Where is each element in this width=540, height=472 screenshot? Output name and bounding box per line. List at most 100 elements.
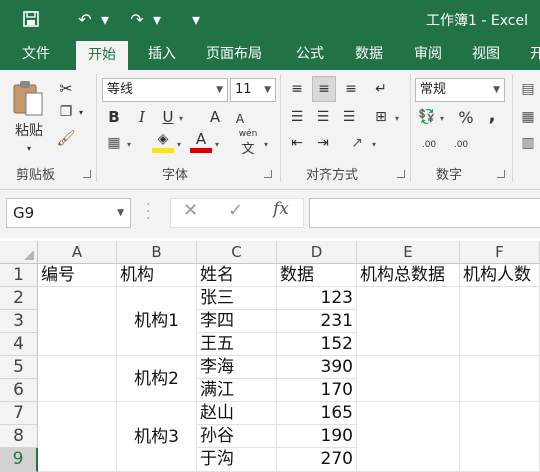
cell-f7-merged[interactable] (460, 402, 540, 472)
undo-dropdown-icon[interactable]: ▾ (100, 6, 110, 32)
row-header-2[interactable]: 2 (0, 287, 38, 310)
column-header-b[interactable]: B (117, 241, 197, 264)
tab-data[interactable]: 数据 (355, 38, 383, 70)
redo-dropdown-icon[interactable]: ▾ (152, 6, 162, 32)
cell-d2[interactable]: 123 (277, 287, 357, 310)
fill-color-dropdown-icon[interactable]: ▾ (177, 140, 181, 149)
row-header-5[interactable]: 5 (0, 356, 38, 379)
cell-d1[interactable]: 数据 (277, 264, 357, 287)
font-name-combo[interactable]: 等线 ▼ (102, 78, 228, 102)
merge-center-icon[interactable]: ⊞ (370, 106, 392, 128)
insert-function-button[interactable]: fx (273, 199, 289, 219)
underline-button[interactable]: U (158, 106, 178, 128)
cell-e5-merged[interactable] (357, 356, 460, 402)
cancel-icon[interactable]: ✕ (183, 200, 198, 221)
cell-a7-merged[interactable] (38, 402, 117, 472)
cell-e1[interactable]: 机构总数据 (357, 264, 460, 287)
wrap-text-icon[interactable]: ↵ (370, 78, 392, 100)
tab-file[interactable]: 文件 (22, 38, 50, 70)
cell-e2-merged[interactable] (357, 287, 460, 356)
cell-d8[interactable]: 190 (277, 425, 357, 448)
format-table-icon[interactable]: ▦ (518, 106, 538, 128)
cell-c5[interactable]: 李海 (197, 356, 277, 379)
decrease-indent-icon[interactable]: ⇤ (286, 132, 308, 154)
top-align-icon[interactable]: ≡ (286, 78, 308, 100)
paste-label[interactable]: 粘贴 (12, 120, 46, 140)
name-box[interactable]: G9 ▼ (6, 198, 131, 228)
cell-e7-merged[interactable] (357, 402, 460, 472)
format-painter-icon[interactable]: 🖌 (55, 128, 77, 148)
column-header-e[interactable]: E (357, 241, 460, 264)
comma-style-button[interactable]: , (484, 104, 500, 126)
font-launcher-icon[interactable] (264, 170, 272, 178)
row-header-1[interactable]: 1 (0, 264, 38, 287)
cell-f1[interactable]: 机构人数 (460, 264, 540, 287)
cell-c9[interactable]: 于沟 (197, 448, 277, 472)
enter-icon[interactable]: ✓ (228, 200, 243, 221)
tab-formulas[interactable]: 公式 (296, 38, 324, 70)
cell-d3[interactable]: 231 (277, 310, 357, 333)
percent-button[interactable]: % (456, 106, 476, 128)
bottom-align-icon[interactable]: ≡ (340, 78, 362, 100)
grow-font-button[interactable]: A (206, 106, 224, 128)
cell-styles-icon[interactable]: ▥ (518, 132, 538, 154)
font-size-combo[interactable]: 11 ▼ (230, 78, 276, 102)
undo-icon[interactable]: ↶ (72, 6, 98, 32)
cut-icon[interactable]: ✂ (55, 78, 77, 98)
tab-more[interactable]: 开 (530, 38, 540, 70)
underline-dropdown-icon[interactable]: ▾ (179, 114, 183, 123)
tab-view[interactable]: 视图 (472, 38, 500, 70)
row-header-8[interactable]: 8 (0, 425, 38, 448)
cell-f5-merged[interactable] (460, 356, 540, 402)
phonetic-guide-button[interactable]: 文 (236, 140, 260, 157)
cell-a2-merged[interactable] (38, 287, 117, 356)
paste-dropdown-icon[interactable]: ▾ (22, 142, 36, 154)
phonetic-dropdown-icon[interactable]: ▾ (264, 140, 268, 149)
accounting-dropdown-icon[interactable]: ▾ (440, 114, 444, 123)
conditional-format-icon[interactable]: ▤ (518, 78, 538, 100)
align-left-icon[interactable]: ☰ (286, 106, 308, 128)
accounting-format-icon[interactable]: 💱 (416, 106, 438, 128)
orientation-dropdown-icon[interactable]: ▾ (372, 140, 376, 149)
font-color-icon[interactable]: A (190, 130, 212, 148)
borders-dropdown-icon[interactable]: ▾ (127, 140, 131, 149)
tab-page-layout[interactable]: 页面布局 (206, 38, 262, 70)
tab-home[interactable]: 开始 (76, 41, 128, 70)
number-launcher-icon[interactable] (497, 170, 505, 178)
select-all-button[interactable] (0, 241, 38, 264)
cell-c6[interactable]: 满江 (197, 379, 277, 402)
cell-d7[interactable]: 165 (277, 402, 357, 425)
font-color-dropdown-icon[interactable]: ▾ (215, 140, 219, 149)
cell-b7-merged[interactable]: 机构3 (117, 402, 197, 472)
cell-a1[interactable]: 编号 (38, 264, 117, 287)
cell-d9[interactable]: 270 (277, 448, 357, 472)
align-right-icon[interactable]: ☰ (338, 106, 360, 128)
redo-icon[interactable]: ↷ (124, 6, 150, 32)
row-header-6[interactable]: 6 (0, 379, 38, 402)
cell-c2[interactable]: 张三 (197, 287, 277, 310)
column-header-a[interactable]: A (38, 241, 117, 264)
align-center-icon[interactable]: ☰ (312, 106, 334, 128)
row-header-9[interactable]: 9 (0, 448, 38, 472)
orientation-icon[interactable]: ↗ (346, 132, 368, 154)
cell-d5[interactable]: 390 (277, 356, 357, 379)
decrease-decimal-button[interactable]: .00 (448, 136, 474, 154)
copy-dropdown-icon[interactable]: ▾ (76, 104, 86, 120)
borders-icon[interactable]: ▦ (104, 132, 124, 154)
alignment-launcher-icon[interactable] (397, 170, 405, 178)
cell-b1[interactable]: 机构 (117, 264, 197, 287)
tab-insert[interactable]: 插入 (148, 38, 176, 70)
cell-a5-merged[interactable] (38, 356, 117, 402)
merge-dropdown-icon[interactable]: ▾ (395, 114, 399, 123)
clipboard-launcher-icon[interactable] (83, 170, 91, 178)
shrink-font-button[interactable]: A (232, 108, 248, 130)
customize-toolbar-icon[interactable]: ▾ (190, 6, 202, 32)
tab-review[interactable]: 审阅 (414, 38, 442, 70)
cell-d4[interactable]: 152 (277, 333, 357, 356)
fill-color-icon[interactable]: ◈ (152, 130, 174, 148)
number-format-combo[interactable]: 常规 ▼ (415, 78, 505, 102)
cell-c7[interactable]: 赵山 (197, 402, 277, 425)
cell-c1[interactable]: 姓名 (197, 264, 277, 287)
bold-button[interactable]: B (104, 106, 124, 128)
increase-decimal-button[interactable]: .00 (416, 136, 442, 154)
